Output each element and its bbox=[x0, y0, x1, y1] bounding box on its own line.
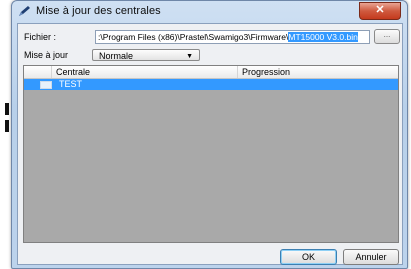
row-progression bbox=[238, 79, 398, 90]
file-path-field[interactable]: :\Program Files (x86)\Prastel\Swamigo3\F… bbox=[95, 30, 370, 44]
table-row[interactable]: TEST bbox=[24, 79, 398, 90]
ok-button[interactable]: OK bbox=[280, 249, 337, 265]
left-edge-mark bbox=[5, 103, 9, 115]
update-mode-label: Mise à jour bbox=[24, 50, 69, 60]
row-checkbox[interactable] bbox=[40, 81, 52, 89]
pen-icon bbox=[19, 6, 30, 16]
window-title: Mise à jour des centrales bbox=[36, 5, 161, 17]
close-icon: ✕ bbox=[375, 4, 385, 16]
update-mode-value: Normale bbox=[99, 51, 134, 61]
cancel-button[interactable]: Annuler bbox=[343, 249, 399, 265]
row-centrale-name: TEST bbox=[59, 79, 83, 89]
file-path-prefix: :\Program Files (x86)\Prastel\Swamigo3\F… bbox=[98, 32, 289, 42]
column-header-centrale[interactable]: Centrale bbox=[52, 66, 238, 78]
file-label: Fichier : bbox=[24, 32, 57, 42]
file-path-selection: MT15000 V3.0.bin bbox=[288, 32, 358, 42]
update-mode-select[interactable]: Normale ▼ bbox=[92, 49, 200, 61]
update-dialog: Mise à jour des centrales ✕ Fichier : :\… bbox=[11, 0, 408, 269]
centrales-list[interactable]: Centrale Progression TEST bbox=[23, 65, 399, 243]
browse-button[interactable]: ... bbox=[374, 29, 400, 44]
chevron-down-icon: ▼ bbox=[186, 53, 193, 60]
list-header: Centrale Progression bbox=[24, 66, 398, 79]
column-header-progression[interactable]: Progression bbox=[238, 66, 398, 78]
left-edge-mark bbox=[5, 120, 9, 132]
close-button[interactable]: ✕ bbox=[359, 2, 401, 20]
column-header-check[interactable] bbox=[24, 66, 52, 78]
dialog-body: Fichier : :\Program Files (x86)\Prastel\… bbox=[17, 23, 403, 265]
title-bar[interactable]: Mise à jour des centrales ✕ bbox=[12, 1, 407, 23]
